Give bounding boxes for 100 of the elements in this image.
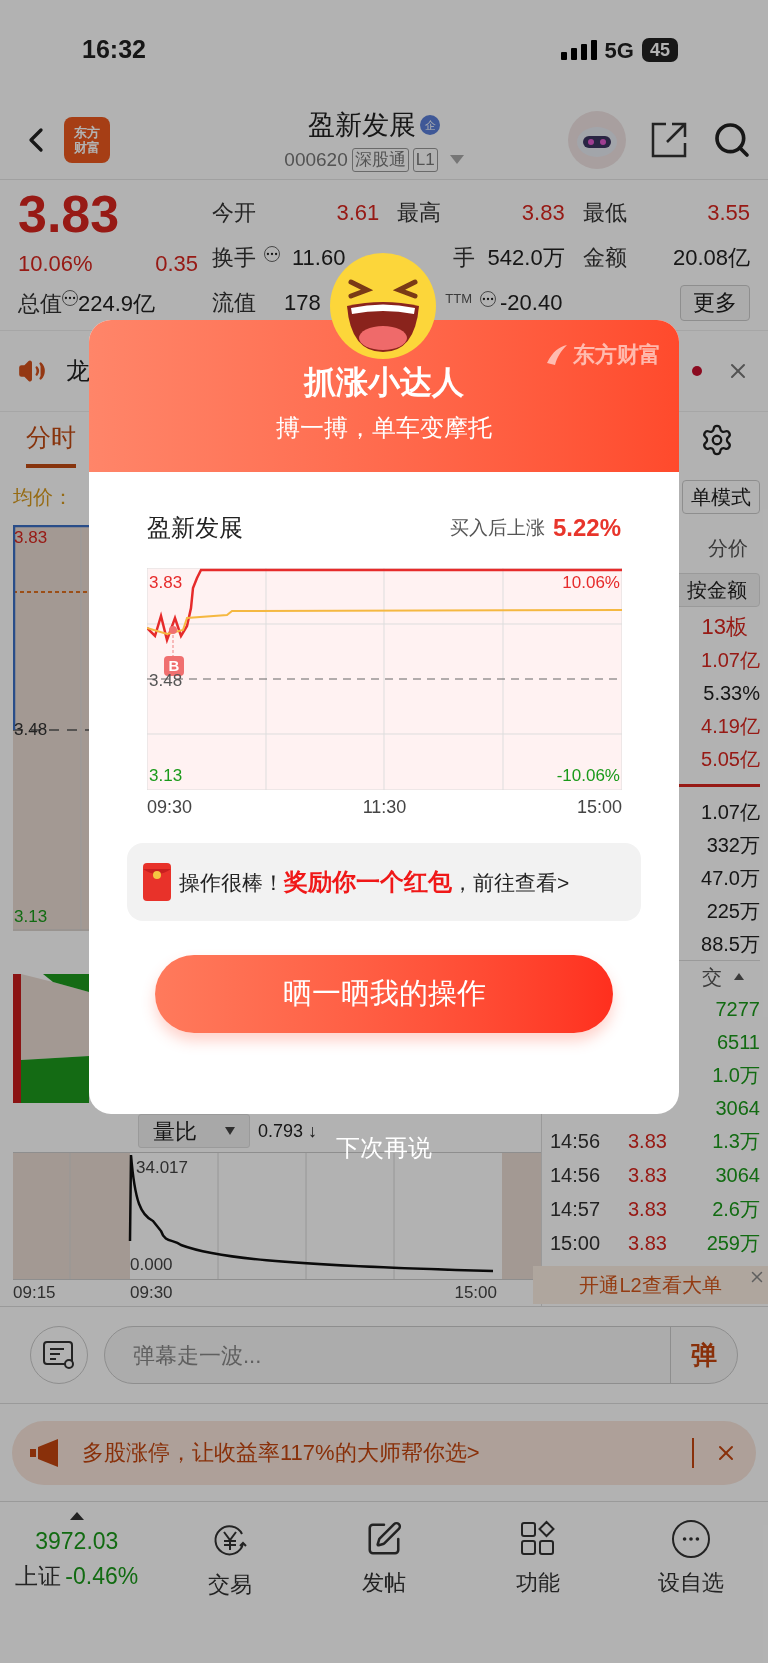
promo-text: 多股涨停，让收益率117%的大师帮你选>	[82, 1439, 480, 1467]
price-axis-label: 3.83	[14, 527, 48, 550]
chart-axis-label: 3.83	[149, 572, 183, 594]
stock-code: 000620	[284, 147, 348, 172]
edit-icon	[365, 1520, 403, 1558]
share-icon[interactable]	[650, 120, 688, 159]
stat-value: 3.61	[336, 199, 380, 227]
stat-label: 总值	[18, 290, 62, 318]
nav-item[interactable]: 设自选	[614, 1512, 768, 1622]
time-label: 09:15	[13, 1282, 57, 1305]
stat-label: TTM	[445, 289, 473, 308]
send-danmaku-button[interactable]: 弹	[670, 1327, 737, 1383]
network-label: 5G	[604, 36, 634, 65]
stat-value: -20.40	[500, 289, 563, 317]
time-label: 09:30	[130, 1282, 173, 1305]
comment-field[interactable]: 弹幕走一波... 弹	[104, 1326, 738, 1384]
price-axis-label: 3.13	[14, 905, 48, 928]
stat-value: 224.9亿	[78, 290, 156, 318]
fund-value: 5.05亿	[701, 746, 760, 772]
trade-volume: 3064	[715, 1163, 760, 1188]
brand-logo-icon	[545, 342, 569, 367]
battery-icon: 45	[641, 38, 678, 62]
sort-arrow-icon[interactable]	[734, 973, 744, 980]
fund-value: 332万	[706, 832, 760, 858]
gain-value: 5.22%	[552, 513, 621, 543]
market-tag: 深股通	[351, 147, 409, 172]
reward-banner[interactable]: 操作很棒！奖励你一个红包，前往查看>	[127, 843, 641, 921]
indicator-axis-label: 0.000	[130, 1253, 173, 1276]
nav-item[interactable]: 交易	[153, 1512, 308, 1622]
caret-icon	[69, 1512, 84, 1520]
trade-volume: 259万	[706, 1231, 760, 1256]
price: 3.83	[18, 184, 121, 244]
change-percent: 10.06%	[18, 250, 93, 278]
signal-icon	[560, 40, 597, 60]
index-change: -0.46%	[65, 1561, 139, 1591]
average-price-label: 均价：	[13, 484, 73, 510]
trade-time: 14:57	[550, 1197, 602, 1222]
change-amount: 0.35	[155, 250, 198, 278]
time-label: 15:00	[454, 1282, 497, 1305]
caret-icon	[225, 1127, 235, 1136]
grid-icon	[518, 1520, 557, 1558]
trade-price: 3.83	[628, 1197, 668, 1222]
chart-tab[interactable]: 分时	[26, 412, 76, 468]
trade-time: 14:56	[550, 1163, 602, 1188]
trade-price: 3.83	[628, 1129, 668, 1154]
more-icon	[672, 1520, 711, 1558]
envelope-icon	[143, 863, 171, 901]
trade-volume: 3064	[715, 1095, 760, 1121]
enterprise-badge: 企	[420, 115, 440, 136]
trade-volume: 1.0万	[712, 1062, 760, 1088]
time-label: 15:00	[576, 796, 622, 819]
trade-volume: 2.6万	[712, 1197, 760, 1222]
dialog-subtitle: 搏一搏，单车变摩托	[276, 413, 492, 443]
time-label: 11:30	[362, 796, 407, 819]
stock-name: 盈新发展	[147, 513, 243, 543]
comment-input[interactable]: 弹幕走一波...	[133, 1338, 670, 1372]
stat-label: 手	[453, 244, 476, 272]
trade-price: 3.83	[628, 1231, 668, 1256]
logo-text: 财富	[74, 139, 100, 155]
stat-value: 20.08亿	[672, 244, 750, 272]
stat-label: 换手	[212, 244, 256, 272]
gain-label: 买入后上涨	[449, 515, 545, 540]
trade-price: 3.83	[628, 1163, 668, 1188]
indicator-dropdown[interactable]: 量比	[138, 1114, 250, 1149]
stat-label: 最高	[397, 199, 442, 227]
trade-time: 15:00	[550, 1231, 602, 1256]
status-time: 16:32	[82, 34, 146, 66]
outflow-area	[43, 974, 89, 992]
chart-axis-label: 10.06%	[562, 572, 620, 594]
stat-value: 3.83	[521, 199, 565, 227]
robot-avatar[interactable]	[568, 110, 626, 169]
outflow-volume-area	[21, 1056, 89, 1103]
column-header: 交	[702, 964, 722, 990]
chart-axis-label: -10.06%	[556, 764, 620, 787]
news-text[interactable]: 龙	[66, 353, 90, 389]
index-name: 上证	[15, 1561, 62, 1591]
volume-ratio-value: 0.793 ↓	[258, 1119, 318, 1143]
streak-label: 13板	[701, 613, 748, 641]
column-header: 分价	[708, 536, 748, 561]
fund-value: 4.19亿	[701, 713, 760, 739]
stat-label: 金额	[582, 244, 627, 272]
dialog-title: 抓涨小达人	[304, 363, 464, 402]
stat-label: 流值	[212, 289, 256, 317]
trade-volume: 7277	[715, 996, 760, 1022]
nav-item[interactable]: 功能	[460, 1512, 615, 1622]
stat-value: 3.55	[707, 199, 750, 227]
settings-icon[interactable]	[700, 423, 734, 457]
reward-text: 操作很棒！奖励你一个红包，前往查看>	[179, 867, 570, 897]
price-axis-label: 3.48	[14, 719, 48, 742]
mode-button[interactable]: 单模式	[682, 480, 760, 514]
time-label: 09:30	[147, 796, 193, 819]
fund-value: 1.07亿	[701, 647, 760, 673]
stat-value: 178	[284, 289, 321, 317]
market-tag: L1	[412, 147, 438, 172]
fund-value: 88.5万	[701, 931, 760, 957]
logo-text: 东方	[74, 124, 100, 140]
fund-value: 47.0万	[701, 865, 760, 891]
more-button[interactable]: 更多	[680, 284, 750, 321]
nav-item[interactable]: 发帖	[307, 1512, 461, 1622]
fund-value: 5.33%	[703, 680, 760, 706]
